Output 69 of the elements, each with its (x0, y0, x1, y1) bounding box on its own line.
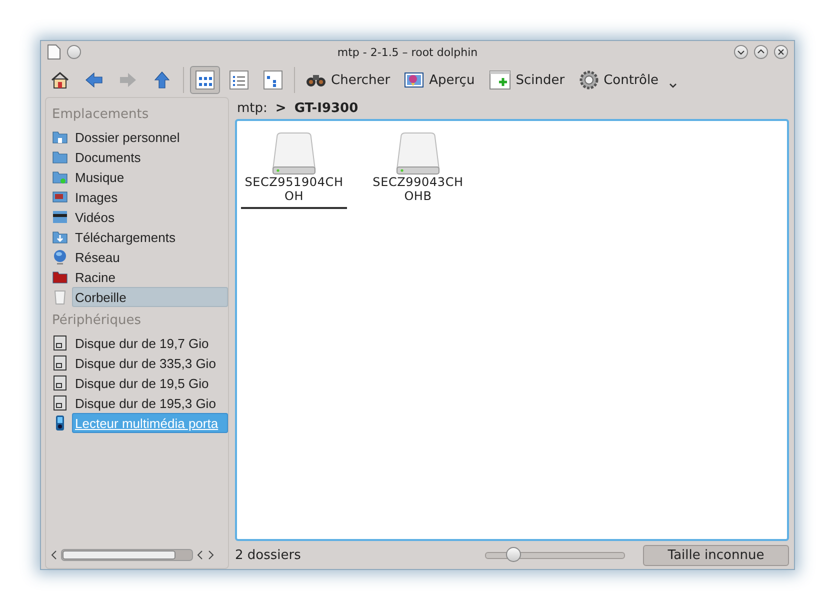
zoom-slider[interactable] (485, 547, 625, 563)
close-icon (777, 48, 785, 56)
file-name[interactable]: SECZ951904CH OH (244, 175, 344, 203)
breadcrumb-root[interactable]: mtp: (237, 100, 268, 116)
toolbar-button[interactable]: Contrôle (574, 66, 664, 94)
place-item[interactable]: Images (72, 187, 228, 207)
column-view-icon (263, 70, 283, 90)
drive-icon (52, 355, 68, 371)
binoculars-icon (306, 72, 326, 88)
image-icon (52, 189, 68, 205)
place-item[interactable]: Disque dur de 19,5 Gio (72, 373, 228, 393)
home-icon (50, 70, 70, 90)
download-folder-icon (52, 229, 68, 245)
section-heading: Emplacements (51, 106, 150, 124)
place-item[interactable]: Téléchargements (72, 227, 228, 247)
horizontal-scrollbar[interactable] (61, 549, 193, 561)
place-item[interactable]: Musique (72, 167, 228, 187)
back-arrow-icon (84, 70, 104, 90)
file-name[interactable]: SECZ99043CH OHB (372, 175, 464, 203)
breadcrumb-separator: > (275, 100, 286, 116)
drive-icon (52, 395, 68, 411)
place-item[interactable]: Documents (72, 147, 228, 167)
scroll-left-icon[interactable] (196, 550, 204, 560)
place-item[interactable]: Disque dur de 335,3 Gio (72, 353, 228, 373)
folder-icon (52, 269, 68, 285)
trash-icon (52, 289, 68, 305)
maximize-button[interactable] (754, 45, 768, 59)
slider-thumb[interactable] (506, 547, 521, 562)
size-label: Taille inconnue (643, 544, 789, 566)
forward-arrow-icon (118, 70, 138, 90)
chevron-up-icon (757, 48, 765, 56)
close-button[interactable] (774, 45, 788, 59)
window-title: mtp - 2-1.5 – root dolphin (336, 46, 479, 58)
folder-icon (52, 149, 68, 165)
split-view-icon (488, 70, 511, 90)
drive-icon (395, 131, 441, 175)
status-text: 2 dossiers (235, 548, 302, 562)
view-mode-button[interactable] (190, 66, 220, 94)
chevron-down-icon (737, 48, 745, 56)
toolbar-button[interactable]: Scinder (484, 66, 570, 94)
breadcrumb-current[interactable]: GT-I9300 (294, 100, 358, 116)
place-item[interactable]: Dossier personnel (72, 127, 228, 147)
place-item[interactable]: Disque dur de 19,7 Gio (72, 333, 228, 353)
pin-button[interactable] (67, 45, 81, 59)
section-heading: Périphériques (51, 312, 142, 330)
settings-icon (578, 70, 599, 90)
music-folder-icon (52, 169, 68, 185)
document-icon (47, 44, 61, 60)
list-view-icon (229, 70, 249, 90)
place-item[interactable]: Réseau (72, 247, 228, 267)
place-item[interactable]: Corbeille (72, 287, 228, 307)
globe-icon (52, 249, 68, 265)
drive-icon (52, 335, 68, 351)
up-arrow-icon (152, 70, 172, 90)
caret-icon[interactable] (668, 82, 678, 90)
place-item[interactable]: Racine (72, 267, 228, 287)
place-item[interactable]: Vidéos (72, 207, 228, 227)
home-folder-icon (52, 129, 68, 145)
icon-view-icon (195, 70, 215, 90)
place-item[interactable]: Disque dur de 195,3 Gio (72, 393, 228, 413)
drive-icon (271, 131, 317, 175)
minimize-button[interactable] (734, 45, 748, 59)
toolbar-button[interactable]: Aperçu (399, 66, 480, 94)
clapperboard-icon (52, 209, 68, 225)
scroll-right-icon[interactable] (207, 550, 215, 560)
scroll-left-icon[interactable] (50, 550, 58, 560)
toolbar-button[interactable]: Chercher (301, 66, 396, 94)
drive-icon (52, 375, 68, 391)
preview-image-icon (404, 71, 424, 89)
